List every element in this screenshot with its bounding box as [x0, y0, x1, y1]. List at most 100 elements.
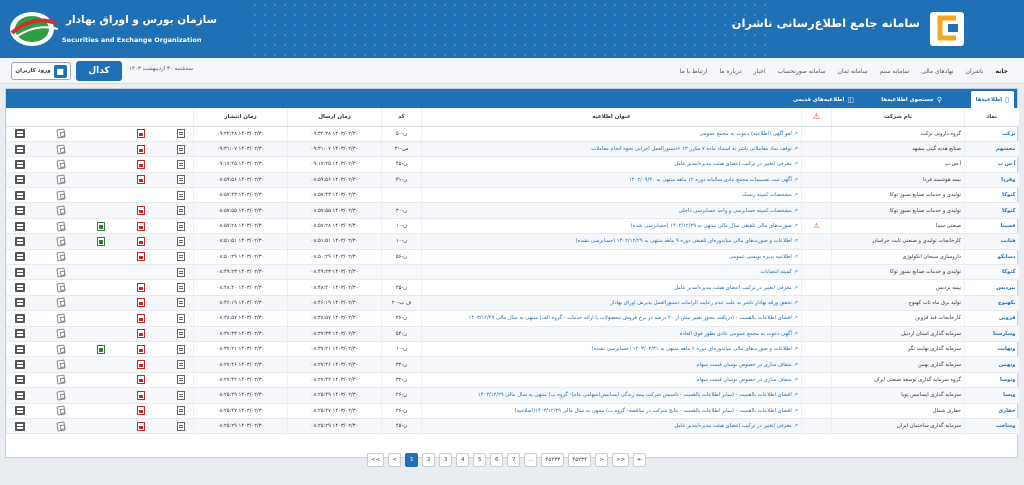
edit-icon[interactable] [56, 313, 66, 324]
announcement-title[interactable]: آگهی ثبت تصمیمات مجمع عادی سالیانه دوره … [629, 177, 792, 183]
pdf-icon[interactable] [137, 159, 145, 169]
attachment-icon[interactable] [15, 329, 25, 339]
edit-icon[interactable] [56, 251, 66, 262]
edit-icon[interactable] [56, 282, 66, 293]
announcement-title[interactable]: افشای اطلاعات بااهمیت - (سایر اطلاعات با… [515, 408, 792, 414]
attachment-icon[interactable] [15, 406, 25, 416]
announcement-title-cell[interactable]: ↗معرفی /تغییر در ترکیب اعضای هیئت مدیره/… [421, 279, 802, 296]
pdf-icon[interactable] [137, 313, 145, 323]
nav-item[interactable]: سامانه ثمان [832, 68, 874, 75]
symbol-link[interactable]: فثابت [964, 233, 1019, 250]
html-report-icon[interactable] [177, 159, 185, 169]
page-button[interactable]: 5 [473, 453, 487, 467]
pdf-icon[interactable] [137, 406, 145, 416]
pdf-icon[interactable] [137, 221, 145, 231]
table-row[interactable]: کتوکا تولیدی و خدمات صنایع نسوز توکا ↗مشخص… [6, 202, 1019, 219]
html-report-icon[interactable] [177, 344, 185, 354]
announcement-title-cell[interactable]: ↗توقف نماد معاملاتی ناشر به استناد ماده … [421, 141, 802, 158]
edit-icon[interactable] [56, 236, 66, 247]
announcement-title-cell[interactable]: ↗لغو آگهی (اطلاعیه) دعوت به مجمع عمومی [421, 126, 802, 142]
announcement-title[interactable]: اطلاعیه پذیره نویسی عمومی [729, 254, 792, 260]
symbol-link[interactable]: ونهایت [964, 341, 1019, 358]
pdf-icon[interactable] [137, 329, 145, 339]
symbol-link[interactable]: دسانکو [964, 249, 1019, 266]
pdf-icon[interactable] [137, 236, 145, 246]
external-link-icon[interactable]: ↗ [794, 238, 798, 244]
nav-item[interactable]: سامانه سنم [874, 68, 916, 75]
html-report-icon[interactable] [177, 267, 185, 277]
html-report-icon[interactable] [177, 390, 185, 400]
external-link-icon[interactable]: ↗ [794, 177, 798, 183]
symbol-link[interactable]: بکهنوج [964, 295, 1019, 312]
html-report-icon[interactable] [177, 236, 185, 246]
tab-announcements[interactable]: ▯ اطلاعیه‌ها [970, 91, 1014, 108]
table-row[interactable]: وسارستا سرمایه گذاری استان اردبیل ↗آگهی دع… [6, 326, 1019, 342]
external-link-icon[interactable]: ↗ [794, 208, 798, 214]
attachment-icon[interactable] [15, 206, 25, 216]
html-report-icon[interactable] [177, 329, 185, 339]
symbol-link[interactable]: محشهم [964, 141, 1019, 158]
external-link-icon[interactable]: ↗ [794, 377, 798, 383]
page-button[interactable]: ۴۵۲۳۴ [568, 453, 592, 467]
announcement-title-cell[interactable]: ↗مشخصات کمیته ریسک [421, 187, 802, 204]
attachment-icon[interactable] [15, 390, 25, 400]
announcement-title-cell[interactable]: ↗شفاف سازی در خصوص نوسان قیمت سهام [421, 356, 802, 373]
external-link-icon[interactable]: ↗ [794, 131, 798, 137]
announcement-title[interactable]: مشخصات کمیته حسابرسی و واحد حسابرسی داخل… [679, 208, 792, 214]
announcement-title-cell[interactable]: ↗آگهی ثبت تصمیمات مجمع عادی سالیانه دوره… [421, 172, 802, 189]
symbol-link[interactable]: کتوکا [964, 202, 1019, 219]
announcement-title-cell[interactable]: ↗اطلاعات و صورت‌های مالی میاندوره‌ای دور… [421, 341, 802, 358]
html-report-icon[interactable] [177, 206, 185, 216]
pdf-icon[interactable] [137, 206, 145, 216]
announcement-title[interactable]: افشای اطلاعات بااهمیت - (سایر اطلاعات با… [478, 392, 792, 398]
announcement-title[interactable]: توقف نماد معاملاتی ناشر به استناد ماده ۷… [591, 146, 792, 152]
attachment-icon[interactable] [15, 421, 25, 431]
announcement-title-cell[interactable]: ↗اطلاعیه پذیره نویسی عمومی [421, 249, 802, 266]
table-row[interactable]: ونهایت سرمایه گذاری نهایت نگر ↗اطلاعات و ص… [6, 341, 1019, 358]
announcement-title[interactable]: اطلاعات و صورت‌های مالی میاندوره‌ای تلفی… [576, 238, 792, 244]
announcement-title[interactable]: شفاف سازی در خصوص نوسان قیمت سهام [696, 377, 791, 383]
external-link-icon[interactable]: ↗ [794, 254, 798, 260]
table-row[interactable]: قزوین کارخانجات قند قزوین ↗افشای اطلاعات ب… [6, 310, 1019, 327]
pdf-icon[interactable] [137, 175, 145, 185]
pdf-icon[interactable] [137, 283, 145, 293]
external-link-icon[interactable]: ↗ [794, 223, 798, 229]
html-report-icon[interactable] [177, 298, 185, 308]
excel-icon[interactable] [97, 236, 105, 246]
edit-icon[interactable] [56, 328, 66, 339]
html-report-icon[interactable] [177, 360, 185, 370]
page-button[interactable]: ۴۵۲۳۳ [541, 453, 565, 467]
edit-icon[interactable] [56, 159, 66, 170]
edit-icon[interactable] [56, 344, 66, 355]
nav-item[interactable]: خانه [990, 68, 1014, 75]
nav-item[interactable]: اخبار [748, 68, 772, 75]
excel-icon[interactable] [97, 344, 105, 354]
attachment-icon[interactable] [15, 360, 25, 370]
symbol-link[interactable]: برکت [964, 126, 1019, 142]
external-link-icon[interactable]: ↗ [794, 146, 798, 152]
announcement-title-cell[interactable]: ↗معرفی /تغییر در ترکیب اعضای هیئت مدیره/… [421, 418, 802, 435]
edit-icon[interactable] [56, 405, 66, 416]
announcement-title[interactable]: معرفی /تغییر در ترکیب اعضای هیئت مدیره/م… [674, 423, 792, 429]
codal-small-logo[interactable]: کدال [76, 61, 122, 81]
html-report-icon[interactable] [177, 144, 185, 154]
announcement-title[interactable]: معرفی /تغییر در ترکیب اعضای هیئت مدیره/م… [674, 161, 792, 167]
codal-logo-icon[interactable] [928, 8, 966, 48]
external-link-icon[interactable]: ↗ [794, 161, 798, 167]
announcement-title-cell[interactable]: ↗افشای اطلاعات بااهمیت - (دریافت مجوز تغ… [421, 310, 802, 327]
attachment-icon[interactable] [15, 159, 25, 169]
external-link-icon[interactable]: ↗ [794, 362, 798, 368]
page-button[interactable]: 7 [507, 453, 521, 467]
edit-icon[interactable] [56, 174, 66, 185]
announcement-title[interactable]: معرفی /تغییر در ترکیب اعضای هیئت مدیره/م… [674, 285, 792, 291]
announcement-title-cell[interactable]: ↗معرفی /تغییر در ترکیب اعضای هیئت مدیره/… [421, 156, 802, 173]
html-report-icon[interactable] [177, 221, 185, 231]
nav-item[interactable]: نهادهای مالی [915, 68, 959, 75]
nav-item[interactable]: درباره ما [713, 68, 747, 75]
attachment-icon[interactable] [15, 298, 25, 308]
announcement-title[interactable]: صورت‌های مالی تلفیقی سال مالی منتهی به ۱… [631, 223, 792, 229]
page-button[interactable]: 6 [490, 453, 504, 467]
announcement-title[interactable]: مشخصات کمیته ریسک [742, 192, 792, 198]
symbol-link[interactable]: وسارستا [964, 326, 1019, 342]
tab-search-announcements[interactable]: ⚲ جستجوی اطلاعیه‌ها [876, 91, 947, 108]
